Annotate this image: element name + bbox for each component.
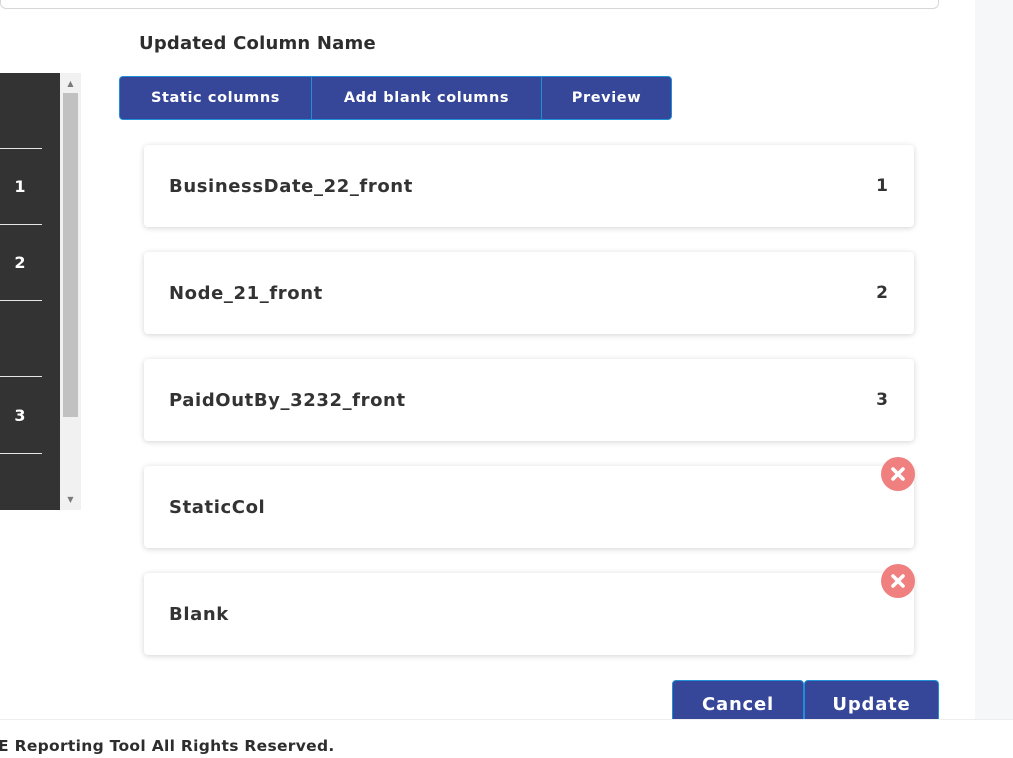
left-panel-scrollbar[interactable]: ▲ ▼ bbox=[60, 73, 81, 510]
footer-copyright: E Reporting Tool All Rights Reserved. bbox=[0, 737, 335, 755]
column-order-number: 1 bbox=[876, 176, 888, 196]
column-card[interactable]: PaidOutBy_3232_front 3 bbox=[144, 359, 914, 441]
left-panel-row-label: 3 bbox=[14, 406, 26, 425]
remove-column-icon[interactable] bbox=[881, 564, 915, 598]
column-name: PaidOutBy_3232_front bbox=[169, 389, 406, 411]
column-name: Node_21_front bbox=[169, 282, 323, 304]
left-panel-row: 2 bbox=[0, 225, 42, 301]
tab-preview[interactable]: Preview bbox=[542, 77, 671, 119]
scroll-up-arrow-icon[interactable]: ▲ bbox=[60, 75, 81, 92]
column-order-number: 2 bbox=[876, 283, 888, 303]
column-name: BusinessDate_22_front bbox=[169, 175, 413, 197]
remove-column-icon[interactable] bbox=[881, 457, 915, 491]
footer: E Reporting Tool All Rights Reserved. bbox=[0, 719, 1013, 758]
left-panel-row: 1 bbox=[0, 149, 42, 225]
left-panel-row bbox=[0, 73, 42, 149]
left-panel-row-label: 2 bbox=[14, 253, 26, 272]
scroll-down-arrow-icon[interactable]: ▼ bbox=[60, 491, 81, 508]
scrollbar-thumb[interactable] bbox=[63, 93, 78, 417]
column-name: StaticCol bbox=[169, 496, 266, 518]
column-card[interactable]: Node_21_front 2 bbox=[144, 252, 914, 334]
left-panel-row bbox=[0, 301, 42, 377]
tab-static-columns[interactable]: Static columns bbox=[120, 77, 312, 119]
left-panel-row-label: 1 bbox=[14, 177, 26, 196]
column-card[interactable]: BusinessDate_22_front 1 bbox=[144, 145, 914, 227]
page-title: Updated Column Name bbox=[139, 33, 376, 54]
right-background-strip bbox=[975, 0, 1013, 720]
tab-add-blank-columns[interactable]: Add blank columns bbox=[312, 77, 542, 119]
column-order-number: 3 bbox=[876, 390, 888, 410]
column-name: Blank bbox=[169, 603, 229, 625]
column-tabs: Static columns Add blank columns Preview bbox=[119, 76, 672, 120]
left-column-panel: 1 2 3 bbox=[0, 73, 60, 510]
column-card[interactable]: StaticCol bbox=[144, 457, 915, 548]
column-card[interactable]: Blank bbox=[144, 564, 915, 655]
left-panel-row: 3 bbox=[0, 378, 42, 454]
top-input-edge bbox=[0, 0, 939, 9]
